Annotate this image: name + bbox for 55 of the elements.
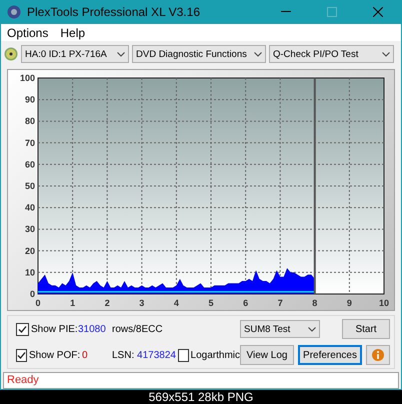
app-icon [7, 5, 21, 19]
caret-icon [254, 52, 262, 57]
y-tick-label: 100 [20, 73, 35, 84]
checkbox-label: Show PIE: [31, 324, 78, 335]
caret-icon [308, 326, 316, 332]
checkbox[interactable] [178, 348, 189, 362]
y-tick-label: 10 [24, 268, 35, 278]
lsn-value: 4173824 [137, 350, 176, 361]
sum-dropdown[interactable]: SUM8 Test [240, 320, 320, 338]
caret-icon [117, 52, 125, 57]
x-tick-label: 9 [346, 298, 352, 308]
info-icon [372, 349, 384, 362]
lsn-label: LSN: [112, 350, 134, 361]
disc-icon [4, 47, 18, 62]
preferences-button[interactable]: Preferences [298, 345, 362, 366]
window-title: PlexTools Professional XL V3.16 [27, 5, 201, 19]
pie-value: 31080 [78, 324, 107, 335]
start-button[interactable]: Start [342, 319, 390, 340]
y-tick-label: 60 [24, 160, 35, 170]
y-tick-label: 20 [24, 246, 35, 256]
y-tick-label: 0 [30, 289, 35, 300]
info-button[interactable] [366, 345, 390, 366]
x-tick-label: 5 [208, 298, 214, 308]
minimize-button[interactable] [281, 11, 291, 13]
caret-icon [382, 52, 390, 57]
checkbox-label: Logarthmic [190, 350, 240, 361]
close-button[interactable] [373, 7, 383, 17]
x-tick-label: 0 [36, 298, 40, 308]
status-bar: Ready [3, 372, 399, 389]
y-tick-label: 50 [24, 181, 35, 192]
drive-dropdown[interactable]: HA:0 ID:1 PX-716A [21, 45, 129, 64]
checkbox-label: Show POF: [29, 350, 80, 361]
x-tick-label: 2 [104, 298, 110, 308]
y-tick-label: 90 [24, 94, 35, 105]
x-tick-label: 7 [278, 298, 283, 308]
unit-label: rows/8ECC [112, 324, 164, 335]
y-tick-label: 80 [24, 116, 35, 126]
y-tick-label: 70 [24, 138, 35, 148]
menu-item[interactable]: Options [7, 26, 48, 40]
image-caption: 569x551 28kb PNG [148, 390, 254, 404]
x-tick-label: 8 [312, 298, 318, 308]
x-tick-label: 6 [243, 298, 248, 308]
menu-item[interactable]: Help [60, 26, 86, 40]
x-tick-label: 4 [174, 298, 179, 308]
checkbox[interactable] [16, 322, 29, 336]
x-tick-label: 3 [139, 298, 144, 308]
mode-dropdown[interactable]: DVD Diagnostic Functions [132, 45, 266, 64]
y-tick-label: 40 [24, 202, 35, 213]
y-tick-label: 30 [24, 224, 35, 234]
pof-value: 0 [81, 350, 89, 361]
x-tick-label: 1 [70, 298, 76, 308]
view-log-button[interactable]: View Log [240, 345, 294, 366]
x-tick-label: 10 [379, 298, 389, 308]
checkbox[interactable] [16, 348, 27, 362]
test-dropdown[interactable]: Q-Check PI/PO Test [269, 45, 394, 64]
